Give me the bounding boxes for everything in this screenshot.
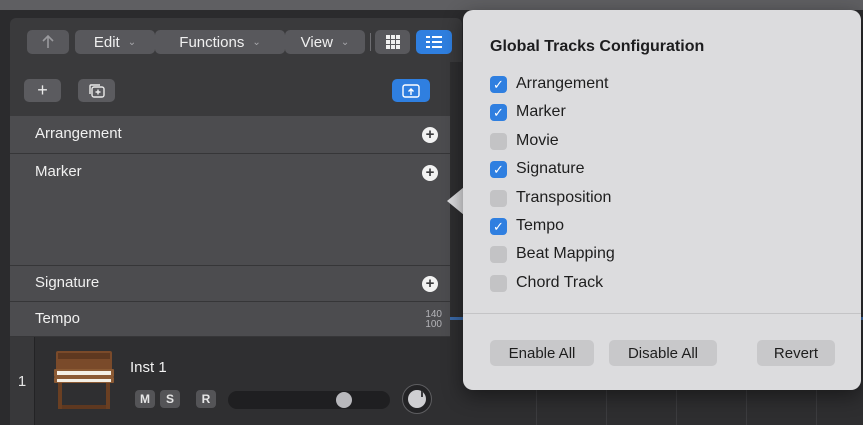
tempo-range-bottom: 100 bbox=[425, 319, 442, 330]
global-tracks-popover: Global Tracks Configuration Arrangement … bbox=[463, 10, 861, 390]
popover-arrow bbox=[447, 187, 464, 215]
global-tracks-button[interactable] bbox=[392, 79, 430, 102]
add-signature-button[interactable]: + bbox=[422, 276, 438, 292]
global-track-name: Arrangement bbox=[35, 125, 122, 142]
option-label: Movie bbox=[516, 132, 559, 149]
option-signature[interactable]: Signature bbox=[490, 158, 585, 180]
functions-menu-label: Functions bbox=[179, 33, 245, 51]
track-name[interactable]: Inst 1 bbox=[130, 359, 167, 376]
checkbox[interactable] bbox=[490, 103, 507, 121]
instrument-track[interactable]: 1 Inst 1 M S R bbox=[10, 337, 450, 425]
option-tempo[interactable]: Tempo bbox=[490, 215, 564, 237]
grid-view-icon bbox=[385, 35, 400, 49]
option-label: Chord Track bbox=[516, 274, 604, 291]
global-track-marker[interactable]: Marker + bbox=[10, 154, 450, 266]
volume-slider[interactable] bbox=[228, 391, 390, 409]
pan-knob-cap bbox=[408, 390, 426, 408]
tempo-range: 140 100 bbox=[425, 310, 442, 330]
top-strip bbox=[0, 0, 863, 10]
checkbox[interactable] bbox=[490, 217, 507, 235]
list-view-button[interactable] bbox=[416, 30, 452, 54]
chevron-down-icon: ⌄ bbox=[127, 36, 137, 48]
global-track-name: Signature bbox=[35, 274, 100, 291]
disable-all-button[interactable]: Disable All bbox=[609, 340, 717, 366]
add-track-button[interactable]: + bbox=[24, 79, 61, 102]
global-tracks-icon bbox=[402, 83, 420, 98]
chevron-down-icon: ⌄ bbox=[252, 36, 261, 48]
checkbox[interactable] bbox=[490, 132, 507, 150]
option-chord-track[interactable]: Chord Track bbox=[490, 272, 603, 294]
revert-button[interactable]: Revert bbox=[757, 340, 835, 366]
global-track-arrangement[interactable]: Arrangement + bbox=[10, 116, 450, 154]
popover-divider bbox=[463, 313, 861, 314]
grid-view-button[interactable] bbox=[375, 30, 410, 54]
view-menu-label: View bbox=[300, 33, 333, 51]
option-label: Beat Mapping bbox=[516, 245, 615, 262]
track-button-row: + bbox=[10, 62, 450, 116]
global-track-name: Tempo bbox=[35, 310, 81, 327]
add-marker-button[interactable]: + bbox=[422, 165, 438, 181]
organ-icon bbox=[54, 351, 114, 409]
duplicate-track-button[interactable] bbox=[78, 79, 115, 102]
up-arrow-button[interactable] bbox=[27, 30, 69, 54]
edit-menu-label: Edit bbox=[93, 33, 120, 51]
option-beat-mapping[interactable]: Beat Mapping bbox=[490, 243, 615, 265]
list-view-icon bbox=[426, 36, 442, 48]
option-label: Tempo bbox=[516, 217, 565, 234]
checkbox[interactable] bbox=[490, 245, 507, 263]
global-track-signature[interactable]: Signature + bbox=[10, 266, 450, 302]
view-menu-button[interactable]: View ⌄ bbox=[285, 30, 365, 54]
track-header-panel: + Arrangement + Marker + Signature + Tem… bbox=[10, 62, 450, 425]
tracks-toolbar: Edit ⌄ Functions ⌄ View ⌄ bbox=[10, 18, 462, 62]
pan-indicator bbox=[421, 391, 423, 397]
option-label: Marker bbox=[516, 103, 566, 120]
record-enable-button[interactable]: R bbox=[196, 390, 216, 408]
track-number: 1 bbox=[10, 337, 35, 425]
popover-title: Global Tracks Configuration bbox=[490, 38, 705, 55]
add-arrangement-marker-button[interactable]: + bbox=[422, 127, 438, 143]
option-arrangement[interactable]: Arrangement bbox=[490, 73, 609, 95]
up-arrow-icon bbox=[42, 34, 54, 48]
checkbox[interactable] bbox=[490, 160, 507, 178]
edit-menu-button[interactable]: Edit ⌄ bbox=[75, 30, 155, 54]
plus-icon: + bbox=[37, 80, 48, 100]
global-track-tempo[interactable]: Tempo 140 100 bbox=[10, 302, 450, 337]
volume-slider-knob[interactable] bbox=[336, 392, 352, 408]
option-label: Transposition bbox=[516, 189, 612, 206]
chevron-down-icon: ⌄ bbox=[340, 36, 350, 48]
option-label: Signature bbox=[516, 160, 585, 177]
option-transposition[interactable]: Transposition bbox=[490, 187, 611, 209]
enable-all-button[interactable]: Enable All bbox=[490, 340, 594, 366]
logic-window: Edit ⌄ Functions ⌄ View ⌄ + Arrangement … bbox=[0, 0, 863, 425]
checkbox[interactable] bbox=[490, 274, 507, 292]
option-marker[interactable]: Marker bbox=[490, 101, 566, 123]
global-track-name: Marker bbox=[35, 163, 82, 180]
mute-button[interactable]: M bbox=[135, 390, 155, 408]
option-movie[interactable]: Movie bbox=[490, 130, 559, 152]
option-label: Arrangement bbox=[516, 75, 609, 92]
solo-button[interactable]: S bbox=[160, 390, 180, 408]
toolbar-divider bbox=[370, 33, 371, 51]
checkbox[interactable] bbox=[490, 75, 507, 93]
functions-menu-button[interactable]: Functions ⌄ bbox=[155, 30, 285, 54]
checkbox[interactable] bbox=[490, 189, 507, 207]
pan-knob[interactable] bbox=[402, 384, 432, 414]
duplicate-track-icon bbox=[88, 83, 105, 98]
